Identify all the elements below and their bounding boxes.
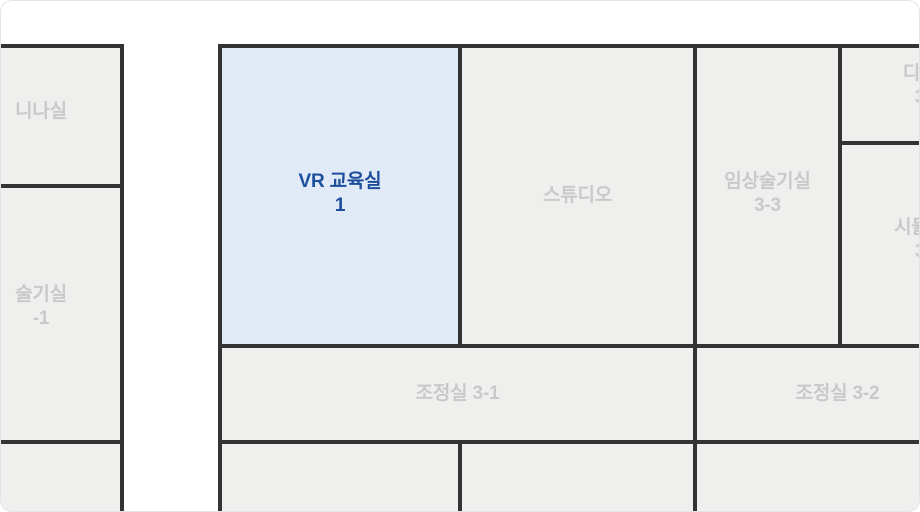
room-simulation-room[interactable] — [838, 141, 920, 348]
room-clinical-skills-room-3-3[interactable] — [693, 44, 842, 348]
room-clinical-skills-room-3-1[interactable] — [0, 184, 124, 444]
room-control-room-3-1[interactable] — [218, 344, 697, 444]
room-unlabeled-room-bottom-a[interactable] — [218, 440, 462, 512]
room-seminar-room[interactable] — [0, 44, 124, 188]
room-debriefing-room[interactable] — [838, 44, 920, 145]
floor-plan-canvas — [0, 44, 920, 512]
room-control-room-3-2[interactable] — [693, 344, 920, 444]
room-unlabeled-room-bottom-b[interactable] — [458, 440, 697, 512]
floor-plan-viewport[interactable]: 니나실술기실-1VR 교육실1스튜디오임상술기실3-3디브3시뮬레3조정실 3-… — [0, 0, 920, 512]
room-unlabeled-room-left-bottom[interactable] — [0, 440, 124, 512]
rooms-layer — [0, 44, 920, 512]
room-unlabeled-room-bottom-c[interactable] — [693, 440, 920, 512]
room-studio-room[interactable] — [458, 44, 697, 348]
room-vr-education-room-1[interactable] — [218, 44, 462, 348]
